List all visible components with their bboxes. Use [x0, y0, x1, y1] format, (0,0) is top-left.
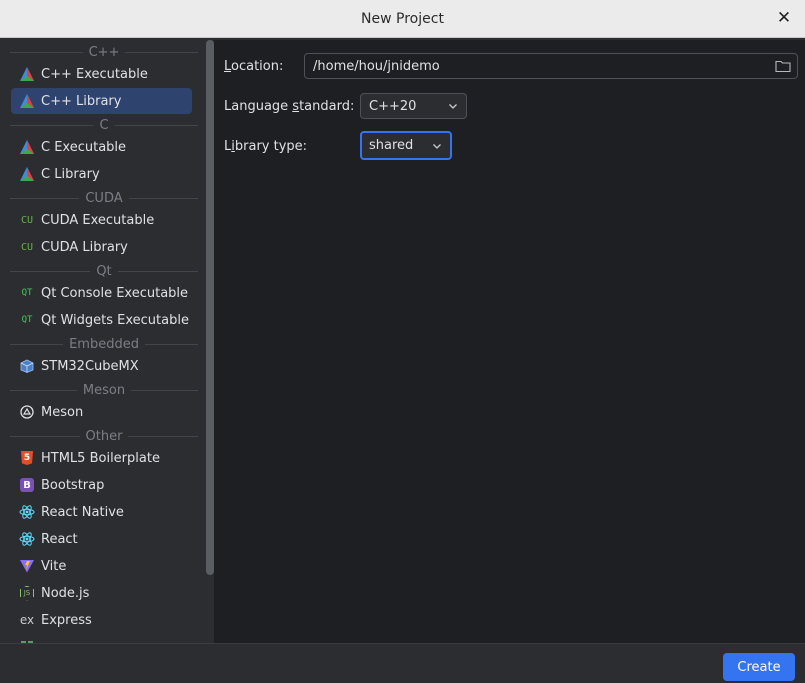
sidebar-item-bootstrap[interactable]: B Bootstrap	[11, 472, 192, 498]
sidebar-item-react-native[interactable]: React Native	[11, 499, 192, 525]
group-label: Meson	[82, 382, 126, 398]
sidebar-item-label: Vite	[41, 558, 67, 574]
sidebar-item-label: C++ Executable	[41, 66, 148, 82]
cuda-icon: CU	[20, 214, 34, 226]
react-icon	[19, 531, 35, 547]
group-label: C	[99, 117, 109, 133]
sidebar-item-qt-widgets-executable[interactable]: QT Qt Widgets Executable	[11, 307, 192, 333]
sidebar-item-label: Express	[41, 612, 92, 628]
group-header-cpp: C++	[4, 42, 200, 62]
location-input[interactable]	[305, 57, 755, 75]
react-icon	[19, 504, 35, 520]
sidebar-item-label: Bootstrap	[41, 477, 105, 493]
chevron-down-icon	[433, 143, 441, 149]
language-standard-row: Language standard: C++20	[224, 93, 804, 119]
sidebar-item-qt-console-executable[interactable]: QT Qt Console Executable	[11, 280, 192, 306]
qt-icon: QT	[21, 315, 33, 325]
group-header-embedded: Embedded	[4, 334, 200, 354]
group-label: Embedded	[69, 336, 139, 352]
group-header-meson: Meson	[4, 380, 200, 400]
sidebar-item-label: React	[41, 531, 78, 547]
sidebar-item-label: HTML5 Boilerplate	[41, 450, 160, 466]
location-label: Location:	[224, 58, 284, 74]
sidebar-item-label: Qt Console Executable	[41, 285, 189, 301]
sidebar-item-stm32cubemx[interactable]: STM32CubeMX	[11, 353, 192, 379]
sidebar-item-label: React Native	[41, 504, 124, 520]
library-type-select[interactable]: shared	[360, 131, 452, 160]
sidebar-item-cuda-executable[interactable]: CU CUDA Executable	[11, 207, 192, 233]
location-row: Location:	[224, 53, 804, 79]
group-label: Other	[85, 428, 123, 444]
html5-icon: 5	[19, 450, 35, 466]
sidebar-item-label: C++ Library	[41, 93, 122, 109]
group-header-qt: Qt	[4, 261, 200, 281]
sidebar-item-react[interactable]: React	[11, 526, 192, 552]
location-field[interactable]	[304, 53, 798, 79]
sidebar-scrollbar[interactable]	[206, 40, 214, 575]
vite-icon	[19, 558, 35, 574]
sidebar-item-cpp-library[interactable]: C++ Library	[11, 88, 192, 114]
sidebar-item-label: C Library	[41, 166, 100, 182]
project-type-list: C++ C CUDA Qt Embedded Meson Other C++ E…	[4, 40, 214, 643]
dialog-footer: Create	[0, 643, 805, 683]
create-button[interactable]: Create	[723, 653, 795, 681]
chevron-down-icon	[449, 104, 457, 109]
sidebar-item-label: CUDA Executable	[41, 212, 155, 228]
group-label: C++	[88, 44, 120, 60]
sidebar-item-cpp-executable[interactable]: C++ Executable	[11, 61, 192, 87]
bootstrap-icon: B	[19, 477, 35, 493]
sidebar-item-label: Qt Widgets Executable	[41, 312, 189, 328]
sidebar-item-label: Node.js	[41, 585, 90, 601]
library-type-label: Library type:	[224, 138, 308, 154]
title-bar: New Project ✕	[0, 0, 805, 38]
sidebar-item-label: CUDA Library	[41, 239, 128, 255]
group-label: Qt	[96, 263, 112, 279]
sidebar-item-c-library[interactable]: C Library	[11, 161, 192, 187]
cmake-icon	[19, 66, 35, 82]
cuda-icon: CU	[20, 241, 34, 253]
language-standard-label: Language standard:	[224, 98, 355, 114]
group-label: CUDA	[85, 190, 123, 206]
language-standard-value: C++20	[369, 98, 417, 114]
sidebar-item-c-executable[interactable]: C Executable	[11, 134, 192, 160]
qt-icon: QT	[21, 288, 33, 298]
cmake-icon	[19, 166, 35, 182]
meson-icon	[19, 404, 35, 420]
nodejs-icon: JS	[19, 585, 35, 601]
group-header-cuda: CUDA	[4, 188, 200, 208]
sidebar-item-cuda-library[interactable]: CU CUDA Library	[11, 234, 192, 260]
library-type-value: shared	[369, 138, 414, 153]
sidebar-item-partial[interactable]	[11, 634, 192, 643]
cmake-icon	[19, 139, 35, 155]
express-icon: ex	[19, 613, 35, 627]
sidebar-item-express[interactable]: ex Express	[11, 607, 192, 633]
window-title: New Project	[361, 10, 444, 27]
cube-icon	[19, 358, 35, 374]
group-header-c: C	[4, 115, 200, 135]
sidebar-item-label: Meson	[41, 404, 84, 420]
sidebar-item-nodejs[interactable]: JS Node.js	[11, 580, 192, 606]
group-header-other: Other	[4, 426, 200, 446]
project-settings-panel: Location: Language standard: C++20 Libra…	[214, 40, 805, 643]
folder-icon[interactable]	[775, 59, 791, 73]
sidebar-item-vite[interactable]: Vite	[11, 553, 192, 579]
cmake-icon	[19, 93, 35, 109]
close-icon[interactable]: ✕	[775, 8, 793, 28]
sidebar-item-meson[interactable]: Meson	[11, 399, 192, 425]
sidebar-item-html5-boilerplate[interactable]: 5 HTML5 Boilerplate	[11, 445, 192, 471]
library-type-row: Library type: shared	[224, 131, 804, 160]
sidebar-item-label: C Executable	[41, 139, 127, 155]
language-standard-select[interactable]: C++20	[360, 93, 467, 119]
sidebar-item-label: STM32CubeMX	[41, 358, 139, 374]
